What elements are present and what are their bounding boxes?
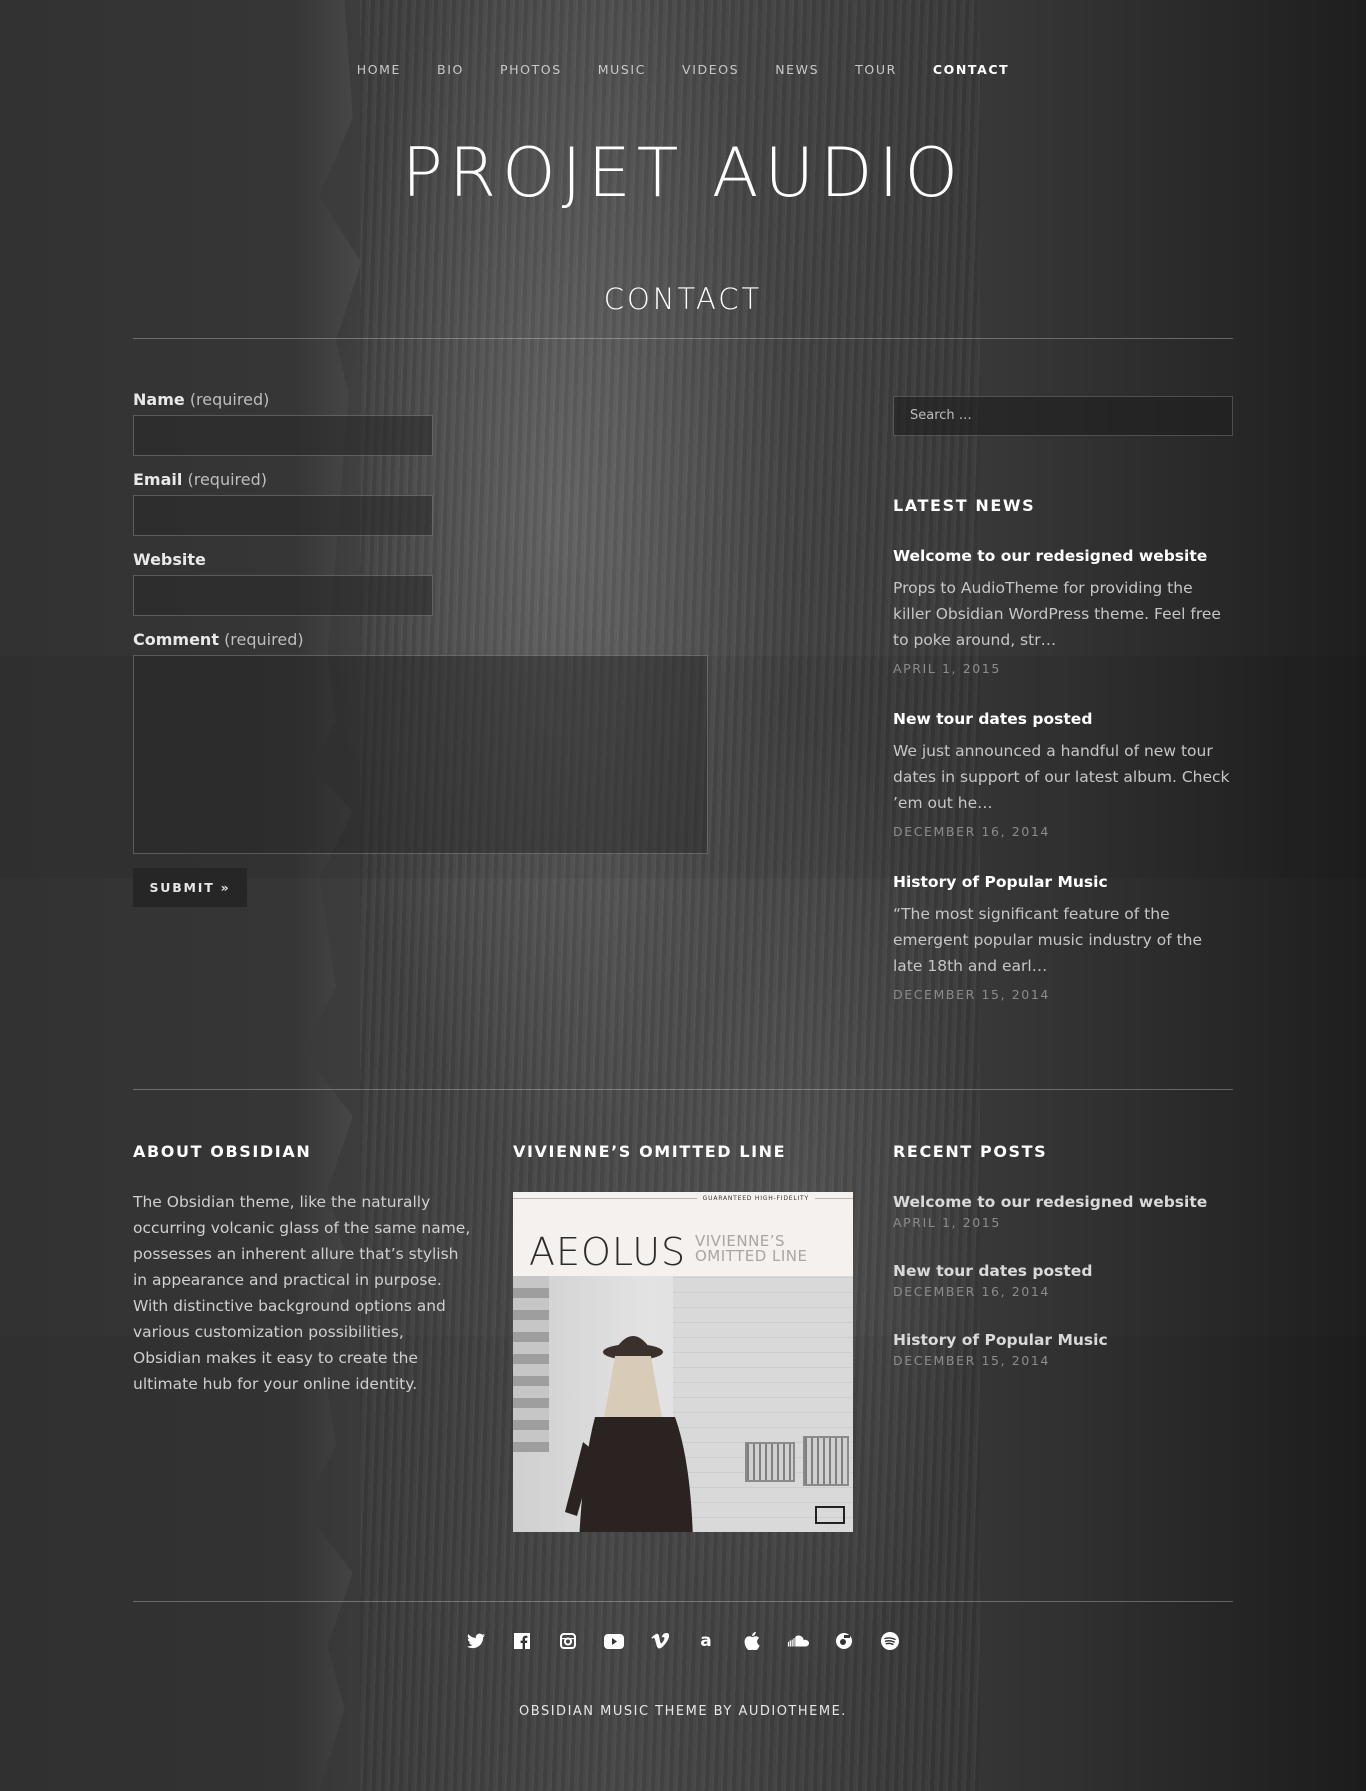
page: HOME BIO PHOTOS MUSIC VIDEOS NEWS TOUR C… (0, 0, 1366, 1791)
name-field[interactable] (133, 415, 433, 456)
recent-posts-widget: RECENT POSTS Welcome to our redesigned w… (893, 1142, 1233, 1368)
website-field[interactable] (133, 575, 433, 616)
divider (133, 1089, 1233, 1090)
about-title: ABOUT OBSIDIAN (133, 1142, 312, 1161)
nav-item-bio[interactable]: BIO (419, 60, 482, 79)
bandcamp-icon[interactable] (833, 1630, 855, 1652)
main-nav: HOME BIO PHOTOS MUSIC VIDEOS NEWS TOUR C… (0, 60, 1366, 79)
nav-item-music[interactable]: MUSIC (580, 60, 664, 79)
news-item-date: APRIL 1, 2015 (893, 661, 1001, 676)
list-item: History of Popular Music DECEMBER 15, 20… (893, 1331, 1233, 1368)
sidebar: Search … LATEST NEWS Welcome to our rede… (893, 396, 1233, 1002)
divider (133, 1601, 1233, 1602)
submit-button[interactable]: SUBMIT » (133, 868, 247, 907)
about-widget: ABOUT OBSIDIAN The Obsidian theme, like … (133, 1142, 473, 1397)
youtube-icon[interactable] (603, 1630, 625, 1652)
nav-item-contact[interactable]: CONTACT (915, 60, 1027, 79)
news-item: History of Popular Music “The most signi… (893, 873, 1233, 1002)
recent-post-title[interactable]: History of Popular Music (893, 1331, 1233, 1349)
album-cover[interactable]: GUARANTEED HIGH-FIDELITY AEOLUS VIVIENNE… (513, 1192, 853, 1532)
album-widget-title: VIVIENNE’S OMITTED LINE (513, 1142, 787, 1161)
nav-item-home[interactable]: HOME (339, 60, 419, 79)
vimeo-icon[interactable] (649, 1630, 671, 1652)
social-links: a (0, 1630, 1366, 1652)
email-field[interactable] (133, 495, 433, 536)
album-subtitle: VIVIENNE’S OMITTED LINE (695, 1232, 808, 1265)
recent-post-title[interactable]: Welcome to our redesigned website (893, 1193, 1233, 1211)
twitter-icon[interactable] (465, 1630, 487, 1652)
album-widget: VIVIENNE’S OMITTED LINE (513, 1142, 853, 1161)
recent-post-date: APRIL 1, 2015 (893, 1215, 1001, 1230)
latest-news-title: LATEST NEWS (893, 496, 1036, 515)
news-item-title[interactable]: New tour dates posted (893, 710, 1233, 728)
news-item-excerpt: “The most significant feature of the eme… (893, 905, 1203, 975)
name-label: Name (required) (133, 390, 270, 409)
news-item-date: DECEMBER 16, 2014 (893, 824, 1050, 839)
page-title: CONTACT (603, 282, 763, 316)
recent-post-date: DECEMBER 16, 2014 (893, 1284, 1050, 1299)
about-text: The Obsidian theme, like the naturally o… (133, 1193, 471, 1393)
album-person-illustration (565, 1336, 693, 1532)
recent-post-title[interactable]: New tour dates posted (893, 1262, 1233, 1280)
comment-label: Comment (required) (133, 630, 304, 649)
nav-item-videos[interactable]: VIDEOS (664, 60, 757, 79)
label-logo-icon (815, 1506, 845, 1524)
search-input[interactable]: Search … (893, 396, 1233, 436)
nav-item-news[interactable]: NEWS (757, 60, 837, 79)
apple-icon[interactable] (741, 1630, 763, 1652)
news-item-excerpt: Props to AudioTheme for providing the ki… (893, 579, 1221, 649)
site-title[interactable]: PROJET AUDIO (0, 134, 1366, 213)
news-item: Welcome to our redesigned website Props … (893, 547, 1233, 676)
spotify-icon[interactable] (879, 1630, 901, 1652)
instagram-icon[interactable] (557, 1630, 579, 1652)
recent-post-date: DECEMBER 15, 2014 (893, 1353, 1050, 1368)
divider (133, 338, 1233, 339)
website-label: Website (133, 550, 206, 569)
comment-textarea[interactable] (133, 655, 708, 854)
album-title: AEOLUS (529, 1230, 687, 1274)
facebook-icon[interactable] (511, 1630, 533, 1652)
list-item: New tour dates posted DECEMBER 16, 2014 (893, 1262, 1233, 1299)
soundcloud-icon[interactable] (787, 1630, 809, 1652)
nav-item-photos[interactable]: PHOTOS (482, 60, 580, 79)
news-item: New tour dates posted We just announced … (893, 710, 1233, 839)
email-label: Email (required) (133, 470, 267, 489)
footer-credit[interactable]: OBSIDIAN MUSIC THEME BY AUDIOTHEME. (0, 1704, 1366, 1719)
album-banner: GUARANTEED HIGH-FIDELITY (696, 1195, 815, 1202)
list-item: Welcome to our redesigned website APRIL … (893, 1193, 1233, 1230)
news-item-title[interactable]: History of Popular Music (893, 873, 1233, 891)
news-item-date: DECEMBER 15, 2014 (893, 987, 1050, 1002)
nav-item-tour[interactable]: TOUR (837, 60, 915, 79)
contact-form: Name (required) Email (required) Website… (133, 390, 708, 907)
recent-posts-title: RECENT POSTS (893, 1142, 1048, 1161)
news-item-excerpt: We just announced a handful of new tour … (893, 742, 1230, 812)
amazon-icon[interactable]: a (695, 1630, 717, 1652)
news-item-title[interactable]: Welcome to our redesigned website (893, 547, 1233, 565)
